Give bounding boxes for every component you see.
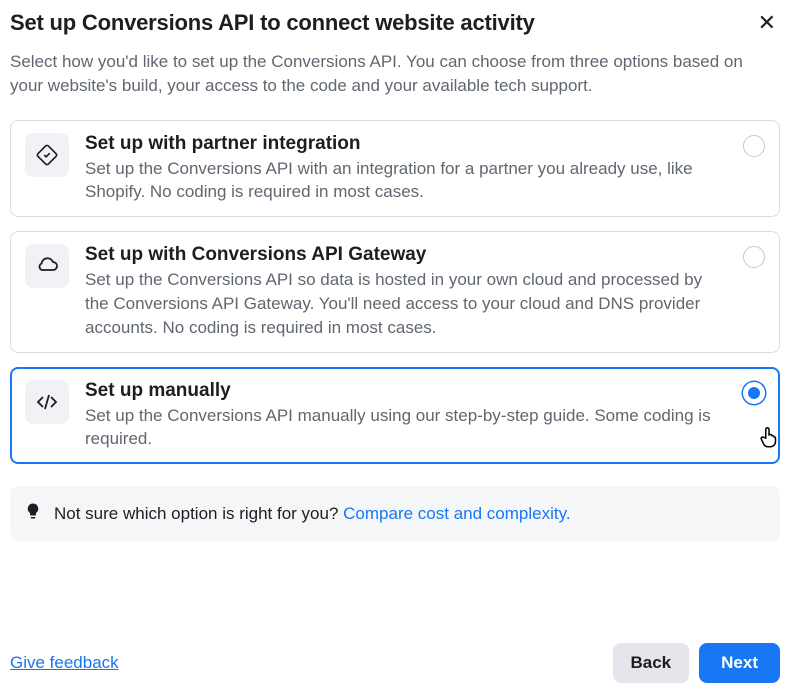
radio-partner[interactable] bbox=[743, 135, 765, 157]
code-icon bbox=[25, 380, 69, 424]
cloud-icon bbox=[25, 244, 69, 288]
next-button[interactable]: Next bbox=[699, 643, 780, 683]
modal-title: Set up Conversions API to connect websit… bbox=[10, 10, 535, 36]
close-icon[interactable]: ✕ bbox=[754, 10, 780, 36]
back-button[interactable]: Back bbox=[613, 643, 690, 683]
option-gateway[interactable]: Set up with Conversions API Gateway Set … bbox=[10, 231, 780, 352]
option-title: Set up with Conversions API Gateway bbox=[85, 244, 729, 266]
modal-subtitle: Select how you'd like to set up the Conv… bbox=[10, 50, 780, 98]
partner-icon bbox=[25, 133, 69, 177]
radio-gateway[interactable] bbox=[743, 246, 765, 268]
hint-compare: Not sure which option is right for you? … bbox=[10, 486, 780, 541]
option-title: Set up with partner integration bbox=[85, 133, 729, 155]
option-partner-integration[interactable]: Set up with partner integration Set up t… bbox=[10, 120, 780, 218]
option-desc: Set up the Conversions API so data is ho… bbox=[85, 268, 729, 339]
hint-text: Not sure which option is right for you? bbox=[54, 504, 343, 523]
option-desc: Set up the Conversions API with an integ… bbox=[85, 157, 729, 205]
give-feedback-link[interactable]: Give feedback bbox=[10, 653, 119, 673]
compare-link[interactable]: Compare cost and complexity. bbox=[343, 504, 570, 523]
option-manual[interactable]: Set up manually Set up the Conversions A… bbox=[10, 367, 780, 465]
option-desc: Set up the Conversions API manually usin… bbox=[85, 404, 729, 452]
option-title: Set up manually bbox=[85, 380, 729, 402]
lightbulb-icon bbox=[24, 502, 42, 525]
radio-manual[interactable] bbox=[743, 382, 765, 404]
